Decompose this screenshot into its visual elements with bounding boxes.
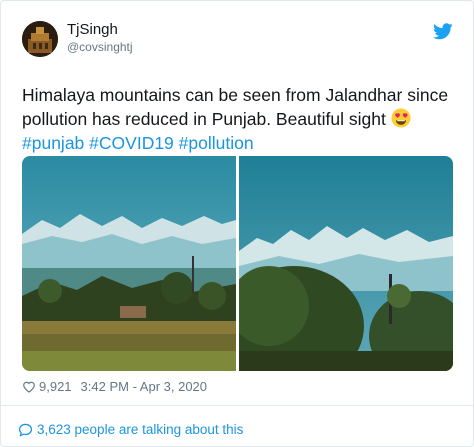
tweet-photo[interactable] (22, 156, 236, 371)
avatar[interactable] (22, 21, 58, 57)
divider (1, 405, 474, 406)
author-handle[interactable]: @covsinghtj (67, 40, 133, 54)
heart-icon[interactable] (22, 380, 36, 393)
hashtag-link[interactable]: #pollution (179, 133, 254, 153)
conversation-text[interactable]: 3,623 people are talking about this (37, 422, 243, 437)
speech-bubble-icon (18, 423, 33, 437)
tweet-text: Himalaya mountains can be seen from Jala… (22, 83, 462, 155)
tweet-photo[interactable] (239, 156, 453, 371)
conversation-link[interactable]: 3,623 people are talking about this (18, 422, 243, 437)
hashtag-link[interactable]: #punjab (22, 133, 84, 153)
like-count[interactable]: 9,921 (39, 379, 72, 394)
tweet-card: TjSingh @covsinghtj Himalaya mountains c… (0, 0, 474, 447)
author-name[interactable]: TjSingh (67, 21, 118, 38)
tweet-timestamp[interactable]: 3:42 PM - Apr 3, 2020 (81, 379, 207, 394)
hashtag-link[interactable]: #COVID19 (89, 133, 174, 153)
tweet-meta: 9,921 3:42 PM - Apr 3, 2020 (22, 379, 207, 394)
tweet-body: Himalaya mountains can be seen from Jala… (22, 85, 449, 129)
twitter-bird-icon[interactable] (433, 23, 453, 40)
heart-eyes-emoji (391, 108, 411, 128)
